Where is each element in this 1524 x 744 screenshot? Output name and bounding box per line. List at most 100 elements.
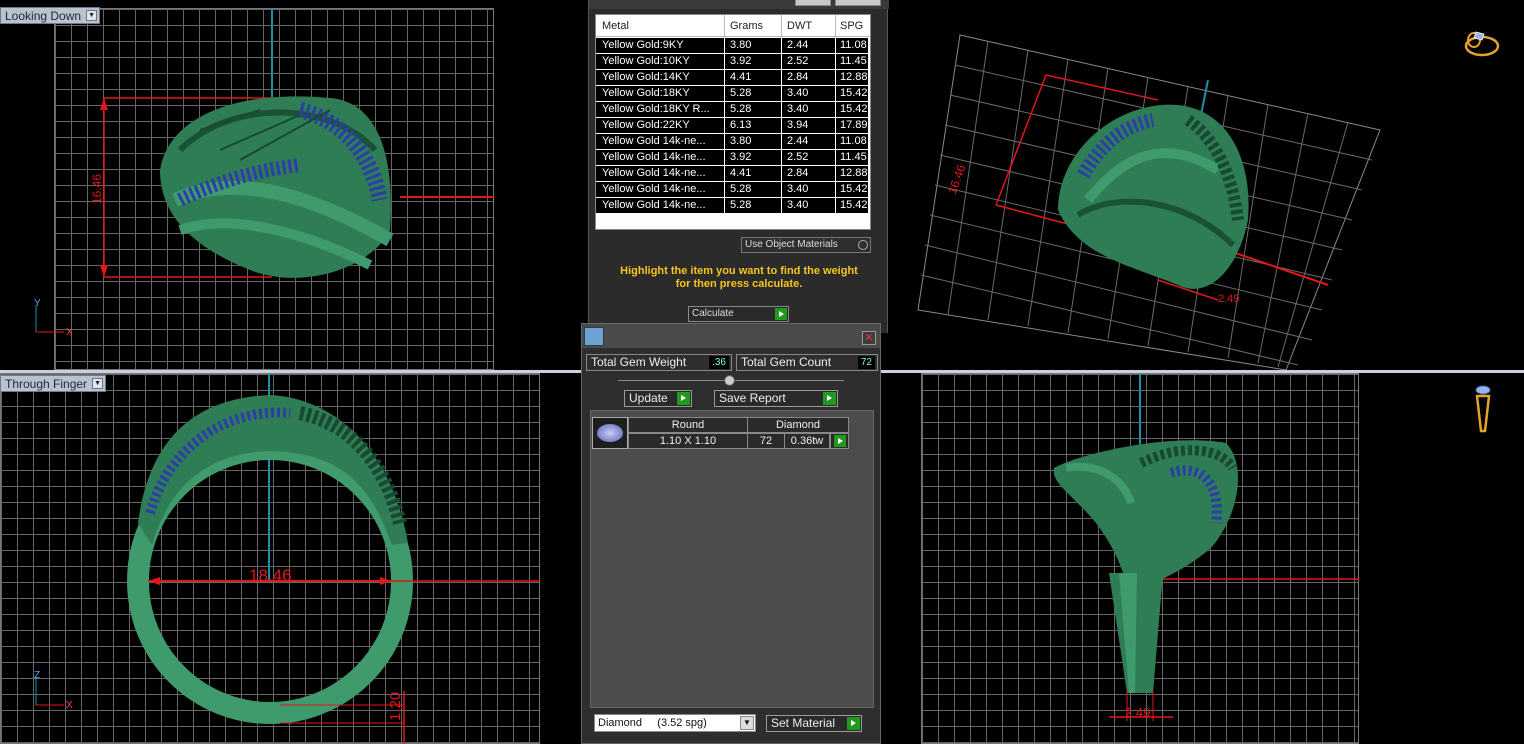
viewport-through-finger[interactable]: 18.46 1.20 Z X Through Finger ▼ (0, 373, 581, 744)
metal-cell: 4.41 (730, 167, 752, 179)
metal-row[interactable]: Yellow Gold 14k-ne... 4.41 2.84 12.88 (596, 166, 868, 182)
metal-row[interactable]: Yellow Gold:10KY 3.92 2.52 11.45 (596, 54, 868, 70)
save-report-button[interactable]: Save Report (714, 390, 838, 407)
ring-side-view: 2.49 (1053, 373, 1359, 721)
calculate-button[interactable]: Calculate (688, 306, 789, 322)
set-material-button[interactable]: Set Material (766, 715, 862, 732)
panel-title-bar[interactable]: ✕ (582, 324, 880, 348)
metal-cell: 2.44 (787, 39, 809, 51)
view-dropdown-looking-down[interactable]: Looking Down ▼ (0, 7, 101, 24)
round-gem-icon (592, 417, 628, 449)
cell-divider (724, 166, 725, 182)
total-gem-count: Total Gem Count 72 (736, 354, 878, 371)
column-header[interactable]: Metal (602, 20, 629, 32)
stat-value: .36 (709, 356, 729, 369)
metal-row[interactable]: Yellow Gold 14k-ne... 3.92 2.52 11.45 (596, 150, 868, 166)
metal-table[interactable]: Metal Grams DWT SPG Yellow Gold:9KY 3.80 2… (595, 14, 871, 230)
axis-label-y: Y (34, 298, 41, 309)
cell-divider (781, 134, 782, 150)
play-arrow-icon (834, 435, 846, 447)
ring-front-view: 18.46 1.20 Z X (34, 373, 540, 744)
cell-divider (781, 54, 782, 70)
material-select[interactable]: Diamond (3.52 spg) ▼ (594, 714, 756, 732)
column-header[interactable]: DWT (787, 20, 812, 32)
metal-cell: 2.44 (787, 135, 809, 147)
metal-row[interactable]: Yellow Gold 14k-ne... 3.80 2.44 11.08 (596, 134, 868, 150)
ring-orientation-icon[interactable] (1462, 28, 1502, 60)
user-dropdown[interactable] (835, 0, 881, 6)
metal-cell: 3.94 (787, 119, 809, 131)
update-button[interactable]: Update (624, 390, 692, 407)
metal-row[interactable]: Yellow Gold 14k-ne... 5.28 3.40 15.42 (596, 182, 868, 198)
cell-divider (781, 118, 782, 134)
metal-row[interactable]: Yellow Gold:9KY 3.80 2.44 11.08 (596, 38, 868, 54)
column-header[interactable]: Grams (730, 20, 763, 32)
ring-top-view: Y X 16.46 (34, 8, 494, 338)
metal-cell: 3.92 (730, 55, 752, 67)
metal-rows: Yellow Gold:9KY 3.80 2.44 11.08 Yellow Gold:… (596, 38, 868, 214)
viewport-looking-down[interactable]: Y X 16.46 Looking Down ▼ (0, 0, 588, 370)
cell-divider (835, 70, 836, 86)
metal-row[interactable]: Yellow Gold:14KY 4.41 2.84 12.88 (596, 70, 868, 86)
metal-cell: 3.40 (787, 199, 809, 211)
metal-cell: 3.40 (787, 87, 809, 99)
units-dropdown[interactable] (795, 0, 831, 6)
cell-divider (724, 54, 725, 70)
button-label: Calculate (692, 308, 734, 319)
ring-perspective-view: 16.46 2.49 (917, 34, 1381, 370)
cell-divider (724, 150, 725, 166)
close-icon[interactable]: ✕ (862, 331, 876, 345)
cell-divider (724, 86, 725, 102)
metal-cell: 15.42 (840, 87, 868, 99)
toggle-label: Use Object Materials (745, 239, 838, 250)
metal-row[interactable]: Yellow Gold:18KY 5.28 3.40 15.42 (596, 86, 868, 102)
cell-divider (781, 102, 782, 118)
metal-cell: 17.89 (840, 119, 868, 131)
metal-row[interactable]: Yellow Gold:18KY R... 5.28 3.40 15.42 (596, 102, 868, 118)
gem-type-header: Diamond (747, 417, 849, 433)
gem-report-panel: ✕ Total Gem Weight .36 Total Gem Count 7… (581, 323, 881, 744)
metal-cell: Yellow Gold 14k-ne... (602, 135, 706, 147)
chevron-down-icon: ▼ (740, 716, 754, 730)
metal-row[interactable]: Yellow Gold 14k-ne... 5.28 3.40 15.42 (596, 198, 868, 214)
column-header[interactable]: SPG (840, 20, 863, 32)
metal-cell: 3.92 (730, 151, 752, 163)
cell-divider (781, 166, 782, 182)
total-gem-weight: Total Gem Weight .36 (586, 354, 732, 371)
report-icon (584, 327, 604, 346)
metal-cell: 4.41 (730, 71, 752, 83)
metal-cell: Yellow Gold:9KY (602, 39, 684, 51)
view-dropdown-through-finger[interactable]: Through Finger ▼ (0, 375, 107, 392)
metal-cell: Yellow Gold 14k-ne... (602, 151, 706, 163)
metal-cell: 11.45 (840, 151, 867, 163)
axis-label-x: X (66, 327, 73, 338)
cell-divider (835, 54, 836, 70)
instruction-line: Highlight the item you want to find the … (620, 265, 858, 277)
metal-cell: Yellow Gold 14k-ne... (602, 199, 706, 211)
axis-label-z: Z (34, 670, 40, 681)
viewport-side[interactable]: 2.49 (881, 373, 1524, 744)
metal-cell: 3.80 (730, 39, 752, 51)
zoom-slider-handle[interactable] (724, 375, 735, 386)
dimension-label: 18.46 (249, 566, 292, 585)
metal-cell: 5.28 (730, 199, 752, 211)
radio-icon (858, 240, 868, 250)
metal-cell: 2.84 (787, 71, 809, 83)
cell-divider (835, 182, 836, 198)
gem-row-action[interactable] (830, 433, 849, 449)
chevron-down-icon: ▼ (86, 10, 98, 21)
ring-side-orientation-icon[interactable] (1472, 383, 1494, 437)
cell-divider (724, 38, 725, 54)
gem-size: 1.10 X 1.10 (628, 433, 748, 449)
cell-divider (835, 134, 836, 150)
metal-cell: 6.13 (730, 119, 752, 131)
metal-row[interactable]: Yellow Gold:22KY 6.13 3.94 17.89 (596, 118, 868, 134)
cell-divider (835, 166, 836, 182)
use-object-materials-toggle[interactable]: Use Object Materials (741, 237, 871, 253)
metal-cell: 2.84 (787, 167, 809, 179)
metal-cell: 12.88 (840, 167, 868, 179)
viewport-perspective[interactable]: 16.46 2.49 (888, 0, 1524, 370)
instruction-text: Highlight the item you want to find the … (599, 265, 879, 291)
gem-weight: 0.36tw (784, 433, 830, 449)
metal-cell: Yellow Gold:22KY (602, 119, 690, 131)
